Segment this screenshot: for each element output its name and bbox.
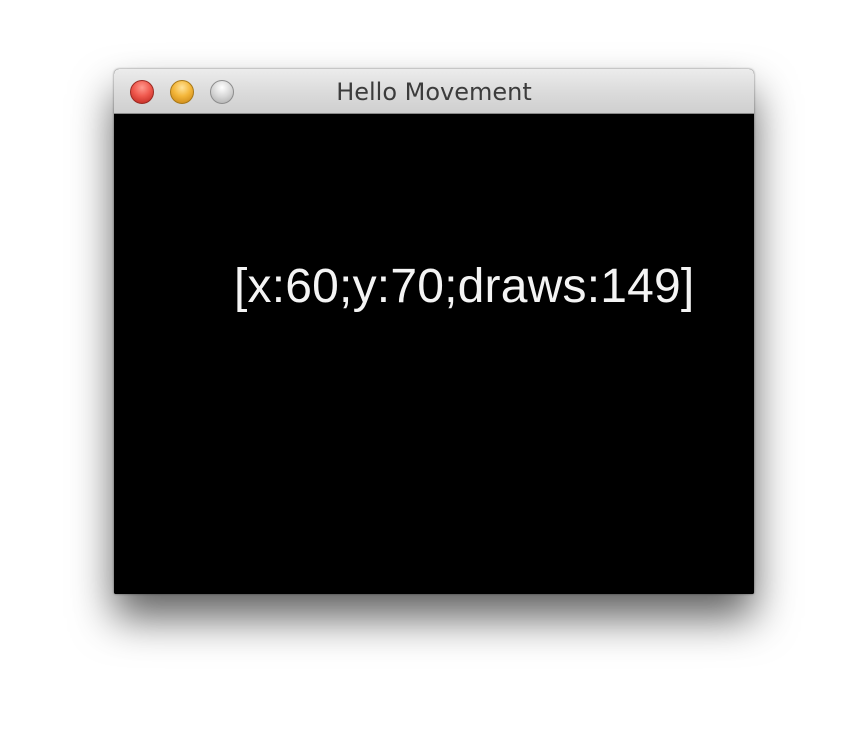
- app-window: Hello Movement [x:60;y:70;draws:149]: [114, 69, 754, 594]
- title-bar[interactable]: Hello Movement: [114, 69, 754, 114]
- coordinate-readout: [x:60;y:70;draws:149]: [234, 260, 695, 313]
- drawing-canvas[interactable]: [x:60;y:70;draws:149]: [114, 114, 754, 594]
- window-title: Hello Movement: [336, 78, 532, 106]
